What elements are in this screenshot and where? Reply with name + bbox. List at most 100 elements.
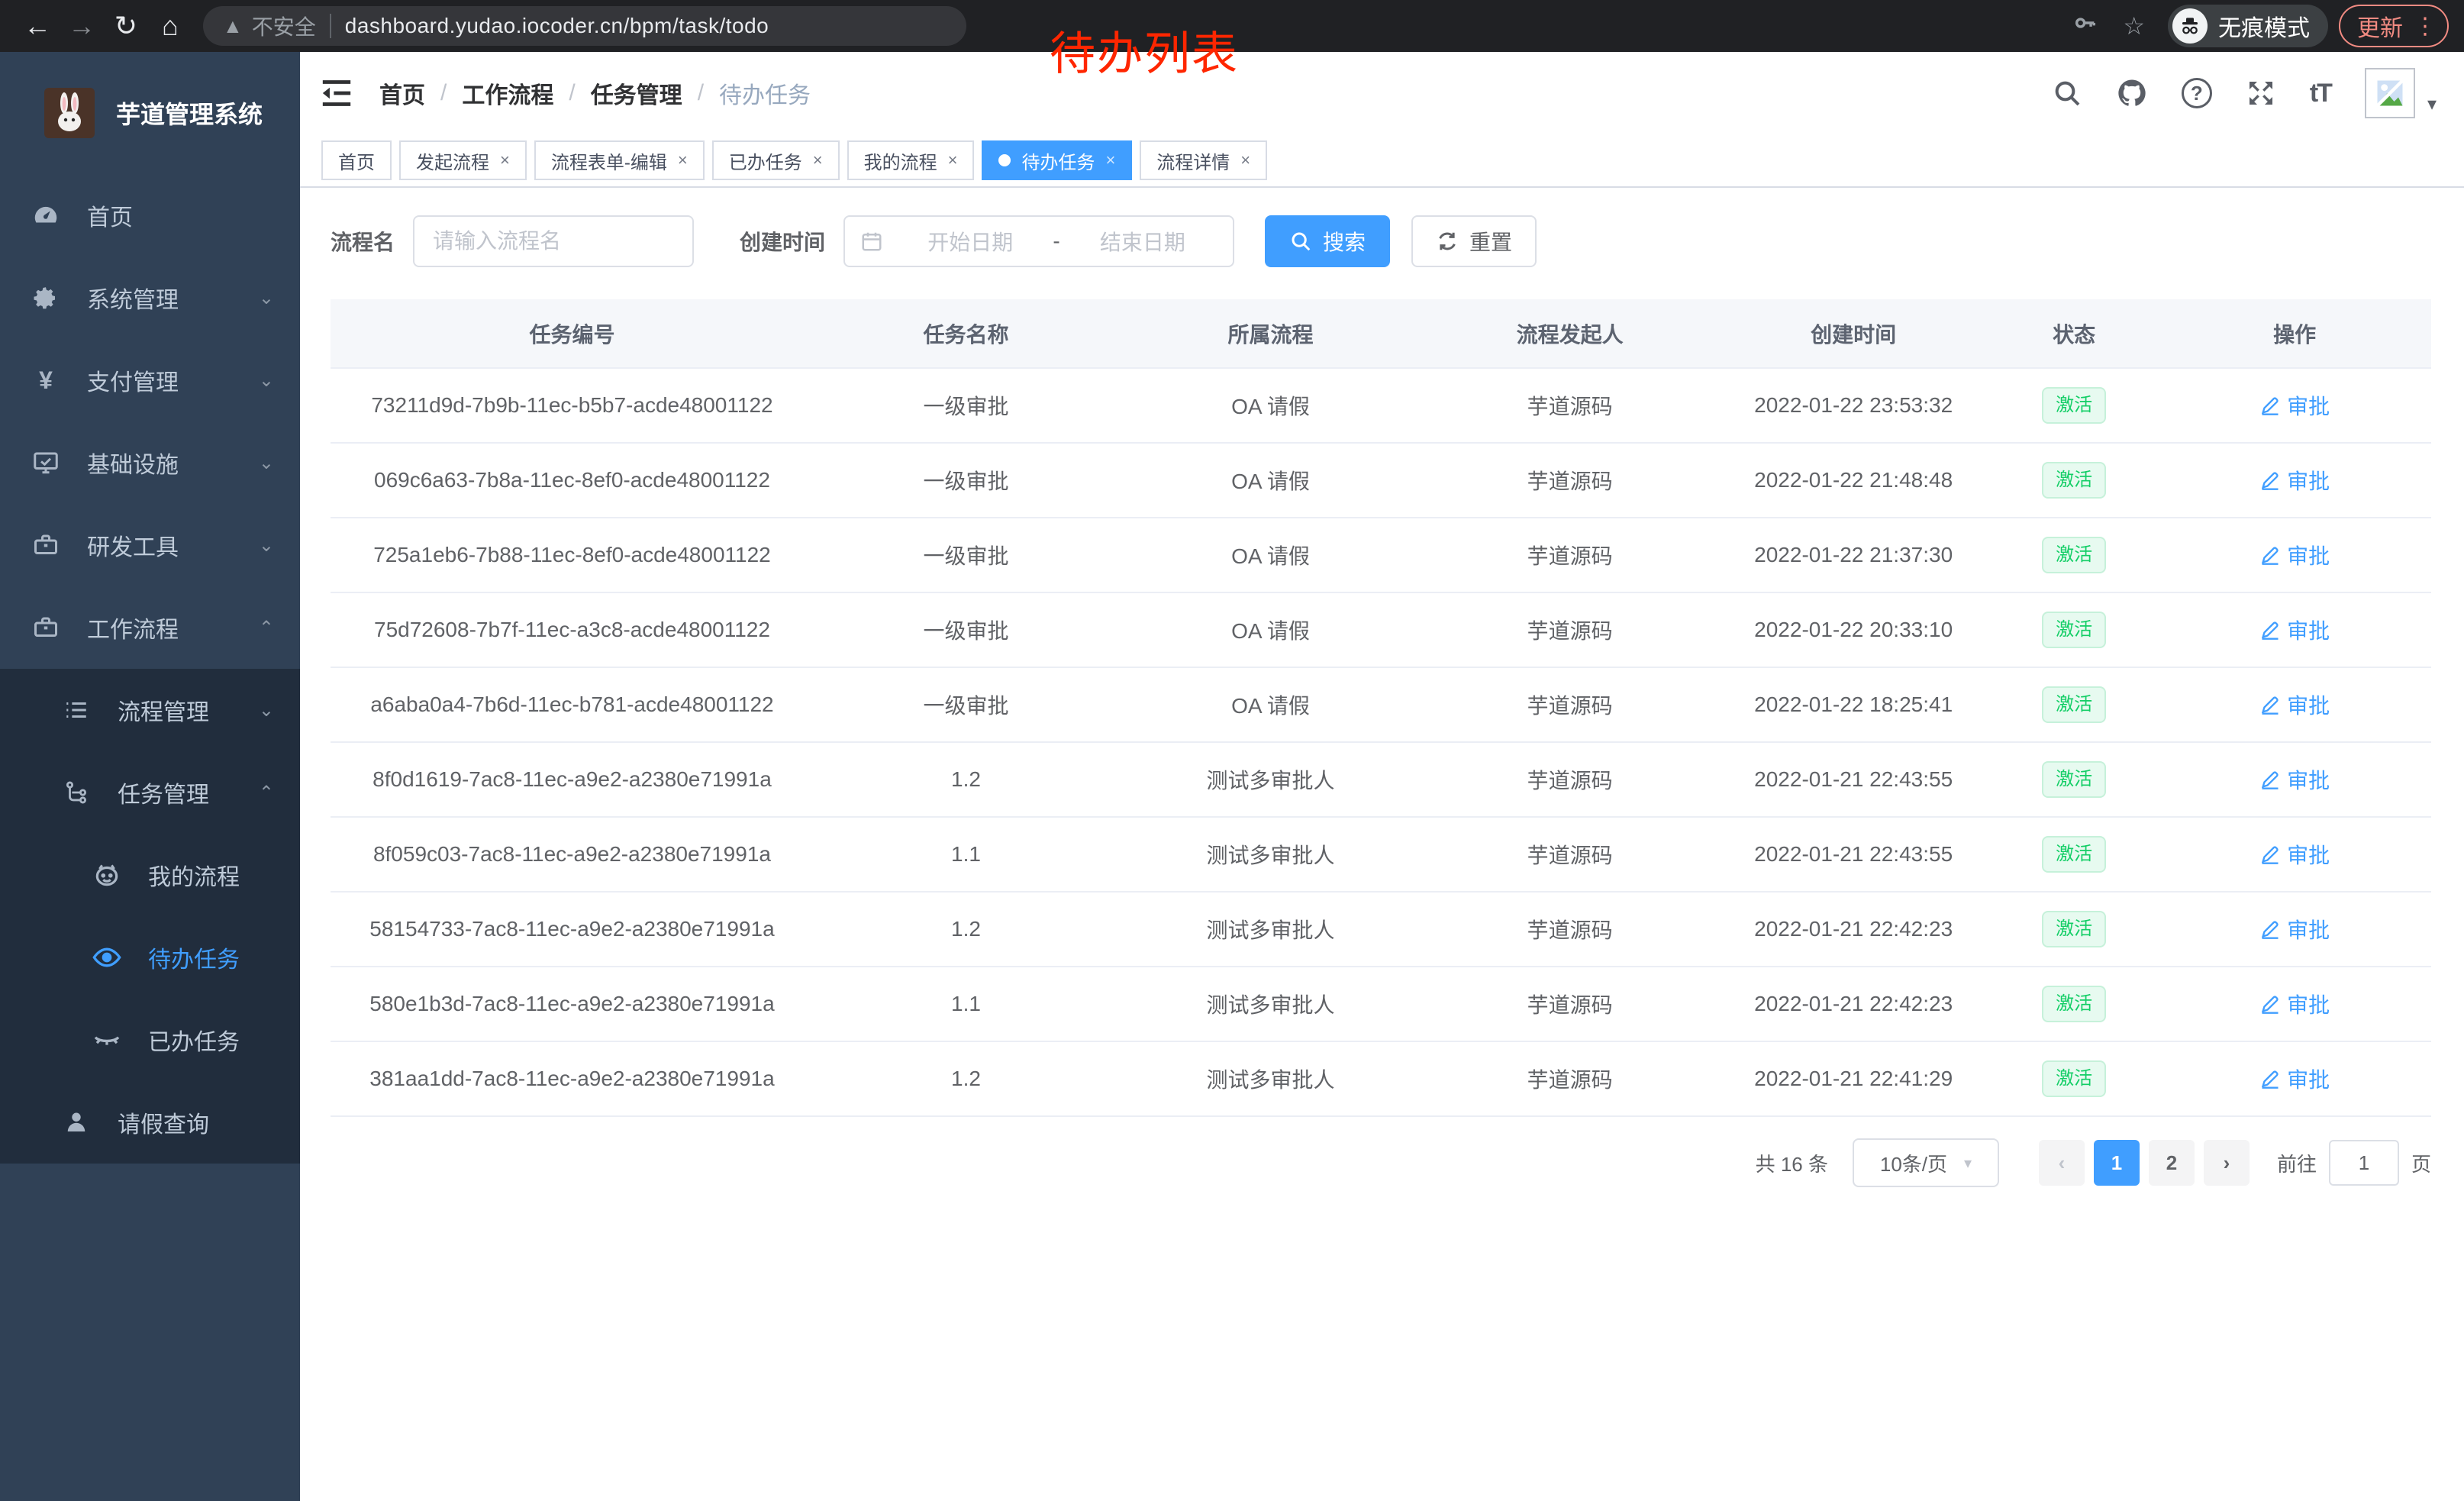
tab-label: 流程表单-编辑 [551,147,667,174]
cell-process: OA 请假 [1118,368,1423,443]
process-name-label: 流程名 [331,226,395,257]
warning-icon[interactable]: ▲ [223,15,243,38]
close-icon[interactable]: × [678,150,688,170]
approve-button[interactable]: 审批 [2259,839,2330,870]
star-icon[interactable]: ☆ [2123,11,2145,40]
update-label[interactable]: 更新 [2357,9,2403,43]
status-badge: 激活 [2042,1060,2106,1098]
sidebar-item-11[interactable]: 请假查询 [0,1081,300,1164]
sidebar-item-9[interactable]: 待办任务 [0,916,300,999]
app-logo-row[interactable]: 芋道管理系统 [0,52,300,174]
tab-0[interactable]: 首页× [321,140,392,180]
approve-button[interactable]: 审批 [2259,1064,2330,1094]
sidebar-item-7[interactable]: 任务管理⌃ [0,751,300,834]
approve-label: 审批 [2287,540,2330,570]
process-name-input[interactable] [433,229,674,253]
browser-menu-icon[interactable]: ⋮ [2414,13,2437,40]
pagination: 共 16 条 10条/页 ▾ ‹ 12 › 前往 页 [331,1138,2431,1187]
approve-button[interactable]: 审批 [2259,914,2330,944]
total-count: 共 16 条 [1756,1149,1828,1177]
briefcase-icon [29,611,63,644]
sidebar-item-label: 我的流程 [148,858,300,892]
url-separator [330,14,331,38]
reload-icon[interactable]: ↻ [104,10,148,42]
sidebar: 芋道管理系统 首页系统管理⌄¥支付管理⌄基础设施⌄研发工具⌄工作流程⌃流程管理⌄… [0,52,300,1501]
approve-button[interactable]: 审批 [2259,390,2330,421]
approve-button[interactable]: 审批 [2259,764,2330,795]
dashboard-icon [29,199,63,232]
cell-task-id: a6aba0a4-7b6d-11ec-b781-acde48001122 [331,667,814,742]
search-icon[interactable] [2052,78,2082,108]
approve-button[interactable]: 审批 [2259,540,2330,570]
url-text[interactable]: dashboard.yudao.iocoder.cn/bpm/task/todo [345,14,769,38]
forward-icon[interactable]: → [60,10,104,42]
github-icon[interactable] [2116,77,2148,109]
key-icon[interactable] [2072,10,2098,42]
cell-task-id: 069c6a63-7b8a-11ec-8ef0-acde48001122 [331,443,814,518]
approve-button[interactable]: 审批 [2259,465,2330,495]
page-button-1[interactable]: 1 [2094,1140,2140,1186]
sidebar-item-1[interactable]: 系统管理⌄ [0,257,300,339]
breadcrumb-item-1[interactable]: 工作流程 [462,76,553,110]
table-row: 8f059c03-7ac8-11ec-a9e2-a2380e71991a1.1测… [331,817,2431,892]
end-date-placeholder[interactable]: 结束日期 [1068,226,1217,257]
home-icon[interactable]: ⌂ [148,10,192,42]
tab-6[interactable]: 流程详情× [1140,140,1267,180]
next-page-button[interactable]: › [2204,1140,2250,1186]
breadcrumb-item-0[interactable]: 首页 [379,76,425,110]
sidebar-item-4[interactable]: 研发工具⌄ [0,504,300,586]
sidebar-item-6[interactable]: 流程管理⌄ [0,669,300,751]
font-size-icon[interactable]: tT [2310,79,2331,108]
sidebar-item-10[interactable]: 已办任务 [0,999,300,1081]
tab-1[interactable]: 发起流程× [399,140,527,180]
close-icon[interactable]: × [813,150,823,170]
sidebar-item-8[interactable]: 我的流程 [0,834,300,916]
cell-created: 2022-01-21 22:42:23 [1717,967,1990,1041]
help-icon[interactable]: ? [2182,78,2212,108]
page-size-select[interactable]: 10条/页 ▾ [1853,1138,1999,1187]
cell-task-id: 75d72608-7b7f-11ec-a3c8-acde48001122 [331,592,814,667]
tab-2[interactable]: 流程表单-编辑 × [534,140,705,180]
tab-4[interactable]: 我的流程 × [847,140,975,180]
prev-page-button[interactable]: ‹ [2039,1140,2085,1186]
sidebar-item-2[interactable]: ¥支付管理⌄ [0,339,300,421]
edit-icon [2259,694,2281,715]
page-unit-label: 页 [2411,1149,2431,1177]
sidebar-item-0[interactable]: 首页 [0,174,300,257]
security-warning[interactable]: 不安全 [252,11,316,41]
breadcrumb-item-2[interactable]: 任务管理 [591,76,682,110]
update-button[interactable]: 更新 ⋮ [2339,5,2449,47]
user-menu-caret-icon[interactable]: ▾ [2427,93,2437,115]
reset-button-label: 重置 [1469,226,1512,257]
tab-3[interactable]: 已办任务× [712,140,840,180]
approve-button[interactable]: 审批 [2259,989,2330,1019]
reset-button[interactable]: 重置 [1411,215,1537,267]
collapse-sidebar-icon[interactable] [320,78,353,108]
fullscreen-icon[interactable] [2246,78,2276,108]
back-icon[interactable]: ← [15,10,60,42]
avatar[interactable] [2365,68,2415,118]
address-bar[interactable]: ▲ 不安全 dashboard.yudao.iocoder.cn/bpm/tas… [203,6,966,46]
tab-label: 我的流程 [864,147,937,174]
status-badge: 激活 [2042,836,2106,873]
goto-page-input[interactable] [2329,1140,2399,1186]
page-button-2[interactable]: 2 [2149,1140,2195,1186]
chevron-down-icon: ⌄ [259,452,274,474]
close-icon[interactable]: × [500,150,510,170]
close-icon[interactable]: × [1240,150,1250,170]
search-button[interactable]: 搜索 [1265,215,1390,267]
process-name-field[interactable] [413,215,694,267]
sidebar-item-5[interactable]: 工作流程⌃ [0,586,300,669]
close-icon[interactable]: × [1105,150,1115,170]
sidebar-item-3[interactable]: 基础设施⌄ [0,421,300,504]
cell-created: 2022-01-22 18:25:41 [1717,667,1990,742]
start-date-placeholder[interactable]: 开始日期 [895,226,1045,257]
date-range-picker[interactable]: 开始日期 - 结束日期 [843,215,1234,267]
approve-button[interactable]: 审批 [2259,689,2330,720]
status-badge: 激活 [2042,537,2106,574]
cell-task-name: 一级审批 [814,443,1118,518]
tab-5[interactable]: 待办任务× [982,140,1132,180]
approve-button[interactable]: 审批 [2259,615,2330,645]
close-icon[interactable]: × [948,150,958,170]
cell-created: 2022-01-22 23:53:32 [1717,368,1990,443]
